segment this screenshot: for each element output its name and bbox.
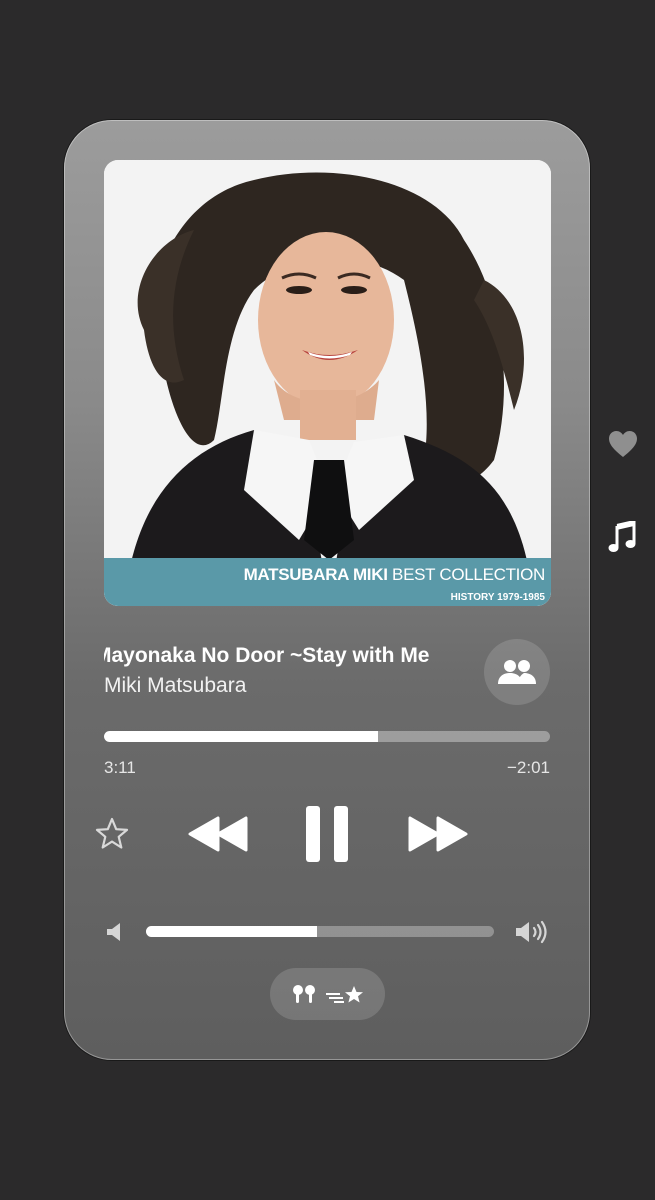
shareplay-people-icon <box>498 660 536 684</box>
volume-min-button[interactable] <box>104 921 126 943</box>
track-title: Mayonaka No Door ~Stay with Me <box>104 644 430 667</box>
rewind-icon <box>188 816 248 852</box>
pause-button[interactable] <box>304 804 352 864</box>
playback-scrubber[interactable] <box>104 731 550 742</box>
side-music-button[interactable] <box>608 519 636 553</box>
side-heart-button[interactable] <box>608 430 638 458</box>
pause-icon <box>306 806 348 862</box>
album-artwork[interactable]: MATSUBARA MIKI BEST COLLECTION HISTORY 1… <box>104 160 551 606</box>
shareplay-button[interactable] <box>484 639 550 705</box>
playback-progress-fill <box>104 731 378 742</box>
time-remaining: −2:01 <box>506 758 550 777</box>
speaker-low-icon <box>107 923 120 941</box>
favorite-button[interactable] <box>94 816 130 852</box>
album-photo <box>104 160 551 606</box>
volume-max-button[interactable] <box>514 919 550 945</box>
heart-icon <box>609 431 637 457</box>
volume-level-fill <box>146 926 317 937</box>
airpods-icon <box>292 985 315 1003</box>
speaker-high-icon <box>516 920 547 944</box>
star-icon <box>95 817 129 849</box>
fast-forward-button[interactable] <box>404 812 470 856</box>
album-subtitle: HISTORY 1979-1985 <box>450 592 545 603</box>
rewind-button[interactable] <box>186 812 252 856</box>
track-artist[interactable]: Miki Matsubara <box>104 674 246 698</box>
dolby-atmos-icon <box>325 986 363 1003</box>
music-note-icon <box>608 519 636 552</box>
output-device-button[interactable] <box>270 968 385 1020</box>
time-elapsed: 3:11 <box>104 758 136 777</box>
fast-forward-icon <box>408 816 468 852</box>
volume-slider[interactable] <box>146 926 494 937</box>
track-title-marquee: Mayonaka No Door ~Stay with Me <box>104 644 474 676</box>
album-title: MATSUBARA MIKI BEST COLLECTION <box>243 565 546 584</box>
